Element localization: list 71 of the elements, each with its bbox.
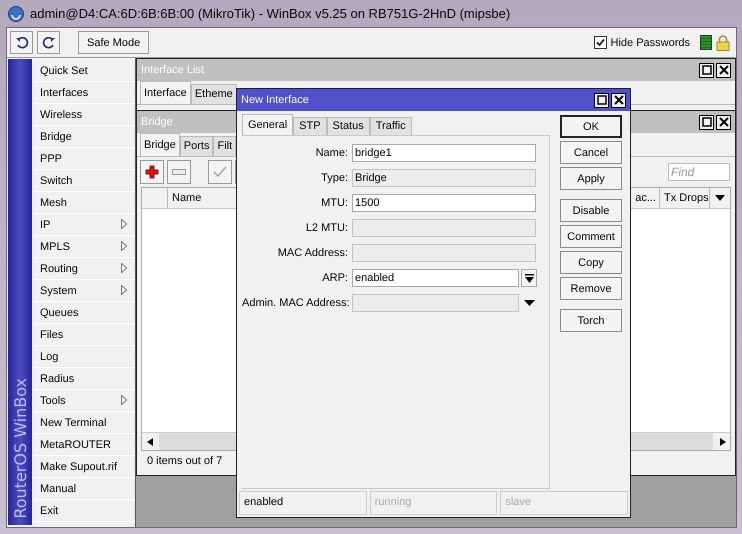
submenu-arrow-icon [121,395,127,405]
hide-passwords-checkbox[interactable] [594,36,607,49]
maximize-button[interactable] [699,62,714,78]
find-field[interactable]: Find [668,163,730,181]
undo-button[interactable] [10,31,33,54]
tab[interactable]: Etheme [190,84,237,104]
close-button[interactable] [611,92,626,108]
submenu-arrow-icon [121,263,127,273]
window-title: admin@D4:CA:6D:6B:6B:00 (MikroTik) - WinBox v5.25 on RB751G-2HnD (mipsbe) [30,6,510,21]
submenu-arrow-icon [121,241,127,251]
close-button[interactable] [716,114,731,130]
dialog-title: New Interface [241,94,309,106]
enable-button[interactable] [208,160,232,184]
check-icon [213,166,227,178]
submenu-arrow-icon [121,285,127,295]
dialog-button[interactable]: Cancel [560,141,622,164]
status-cell: running [370,491,498,515]
dialog-button[interactable]: Copy [560,251,622,274]
right-arrow-icon [718,438,726,446]
dialog-button[interactable]: Apply [560,167,622,190]
field-label: L2 MTU: [304,222,349,234]
tab[interactable]: Bridge [140,133,180,156]
field-label: MTU: [320,197,349,209]
dialog-button[interactable]: Remove [560,277,622,300]
input-field: Bridge [352,169,536,187]
tab[interactable]: Interface [140,81,191,104]
column-header[interactable]: Tx Drops [660,188,710,208]
caret-icon [715,195,725,201]
add-button[interactable] [140,160,164,184]
left-arrow-icon [146,438,154,446]
maximize-button[interactable] [594,92,609,108]
field-label: MAC Address: [276,247,349,259]
brand-label: RouterOS WinBox [10,378,30,519]
field-label: Type: [320,172,349,184]
connection-indicator-icon [700,35,712,50]
dialog-button[interactable]: Torch [560,309,622,332]
tab[interactable]: Ports [180,136,214,156]
field-label: Admin. MAC Address: [242,297,351,309]
status-cell: slave [500,491,628,515]
tab[interactable]: Filt [213,136,236,156]
undo-icon [14,36,28,50]
dropdown-button[interactable] [521,269,537,287]
lock-icon [716,34,730,50]
caret-icon [524,300,534,306]
submenu-arrow-icon [121,219,127,229]
minus-icon [172,169,186,175]
dialog-button[interactable]: OK [560,115,622,138]
redo-button[interactable] [37,31,60,54]
tab[interactable]: STP [293,117,327,135]
tab[interactable]: Traffic [370,117,412,135]
status-text: 0 items out of 7 [146,454,224,469]
redo-icon [42,36,56,50]
field-label: Name: [314,147,349,159]
input-field[interactable]: bridge1 [352,144,536,162]
safe-mode-button[interactable]: Safe Mode [78,31,150,54]
dialog-button[interactable]: Disable [560,199,622,222]
app-icon [8,6,24,22]
status-cell: enabled [239,491,367,515]
maximize-button[interactable] [699,114,714,130]
field-label: ARP: [321,272,349,284]
tab[interactable]: General [242,114,294,135]
input-field[interactable]: enabled [352,269,519,287]
input-field[interactable]: 1500 [352,194,536,212]
close-button[interactable] [716,62,731,78]
window-title: Interface List [141,64,204,76]
hide-passwords-label: Hide Passwords [610,36,690,48]
window-title: Bridge [141,116,173,128]
tab[interactable]: Status [326,117,370,135]
plus-icon [145,165,159,179]
caret-icon [524,274,534,282]
dialog-button[interactable]: Comment [560,225,622,248]
